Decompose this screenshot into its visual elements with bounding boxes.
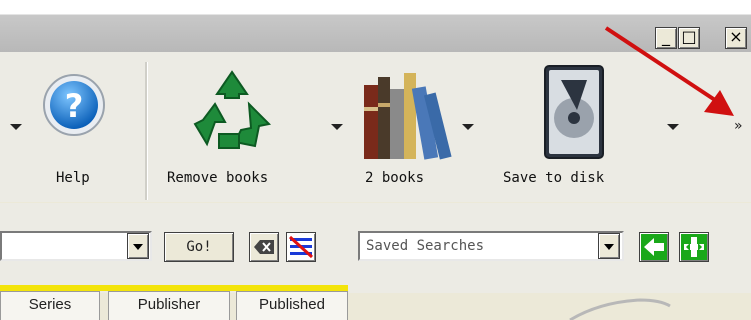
save-to-disk-label: Save to disk: [503, 170, 605, 186]
column-header-series[interactable]: Series: [0, 291, 100, 320]
help-label: Help: [56, 170, 90, 186]
highlight-lines-icon: [288, 235, 314, 259]
cover-preview: [569, 298, 671, 320]
go-button[interactable]: Go!: [164, 232, 234, 262]
chevron-down-icon[interactable]: [462, 124, 474, 130]
help-icon: ?: [43, 74, 105, 136]
books-button[interactable]: [360, 67, 452, 161]
backspace-icon: [254, 240, 274, 254]
highlight-toggle-button[interactable]: [286, 232, 316, 262]
remove-books-label: Remove books: [167, 170, 269, 186]
saved-searches-dropdown-button[interactable]: [598, 233, 620, 259]
column-header-published[interactable]: Published: [236, 291, 348, 320]
clear-search-button[interactable]: [249, 232, 279, 262]
chevron-down-icon[interactable]: [667, 124, 679, 130]
books-icon: [364, 73, 452, 160]
saved-searches-input[interactable]: Saved Searches: [358, 231, 624, 261]
chevron-down-icon[interactable]: [331, 124, 343, 130]
column-header-publisher[interactable]: Publisher: [108, 291, 230, 320]
save-to-disk-button[interactable]: [543, 64, 605, 160]
search-dropdown-button[interactable]: [127, 233, 149, 259]
add-plus-icon: [681, 234, 707, 260]
arrow-left-icon: [641, 234, 667, 260]
annotation-arrow-icon: [604, 26, 734, 116]
remove-books-button[interactable]: [185, 64, 279, 158]
chevron-down-icon[interactable]: [10, 124, 22, 130]
save-search-button[interactable]: [679, 232, 709, 262]
saved-search-back-button[interactable]: [639, 232, 669, 262]
toolbar-separator: [145, 62, 148, 200]
recycle-icon: [193, 70, 272, 149]
books-label: 2 books: [365, 170, 425, 186]
hard-disk-icon: [544, 65, 604, 159]
help-button[interactable]: ?: [42, 73, 106, 137]
svg-text:?: ?: [65, 87, 84, 125]
